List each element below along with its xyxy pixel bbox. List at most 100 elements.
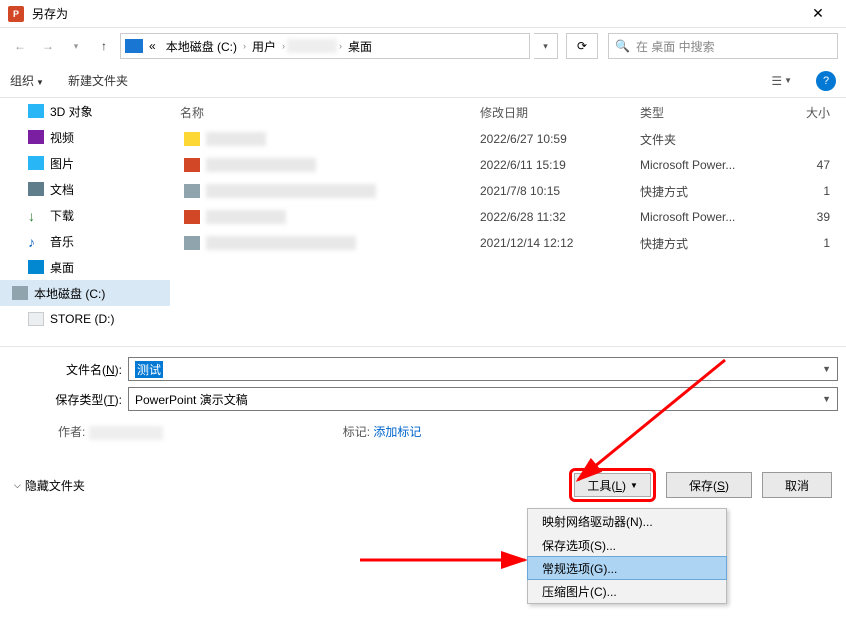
file-date: 2021/12/14 12:12 bbox=[470, 236, 630, 250]
file-row[interactable]: 2022/6/28 11:32 Microsoft Power... 39 bbox=[170, 204, 846, 230]
filetype-select[interactable]: PowerPoint 演示文稿 ▼ bbox=[128, 387, 838, 411]
folder-icon bbox=[28, 104, 44, 118]
file-size: 1 bbox=[760, 184, 846, 198]
file-icon bbox=[184, 158, 200, 172]
filetype-label: 保存类型(T): bbox=[8, 391, 128, 408]
nav-forward-icon: → bbox=[36, 34, 60, 58]
sidebar-item[interactable]: 本地磁盘 (C:) bbox=[0, 280, 170, 306]
hide-folders-button[interactable]: ⌵ 隐藏文件夹 bbox=[14, 477, 85, 494]
view-icon: ☰ bbox=[771, 74, 782, 88]
filename-redacted bbox=[206, 184, 376, 198]
sidebar-item[interactable]: ↓下载 bbox=[0, 202, 170, 228]
sidebar-item-label: 本地磁盘 (C:) bbox=[34, 285, 105, 302]
file-icon bbox=[184, 184, 200, 198]
search-placeholder: 在 桌面 中搜索 bbox=[636, 38, 715, 55]
folder-icon bbox=[28, 312, 44, 326]
file-icon bbox=[184, 210, 200, 224]
tags-label: 标记: bbox=[343, 425, 370, 439]
tags-input[interactable]: 添加标记 bbox=[373, 425, 421, 439]
column-header-type[interactable]: 类型 bbox=[630, 104, 760, 121]
address-dropdown-icon[interactable]: ▾ bbox=[534, 33, 558, 59]
file-row[interactable]: 2022/6/27 10:59 文件夹 bbox=[170, 126, 846, 152]
file-type: 文件夹 bbox=[630, 131, 760, 148]
folder-icon bbox=[28, 260, 44, 274]
column-header-size[interactable]: 大小 bbox=[760, 104, 846, 121]
breadcrumb-redacted[interactable] bbox=[287, 39, 337, 53]
tools-button[interactable]: 工具(L) ▼ bbox=[574, 473, 651, 497]
address-bar[interactable]: « 本地磁盘 (C:) › 用户 › › 桌面 bbox=[120, 33, 530, 59]
menu-item[interactable]: 压缩图片(C)... bbox=[528, 579, 726, 603]
chevron-right-icon: › bbox=[243, 41, 246, 51]
filename-redacted bbox=[206, 236, 356, 250]
filename-redacted bbox=[206, 132, 266, 146]
refresh-icon[interactable]: ⟳ bbox=[566, 33, 598, 59]
sidebar: 3D 对象视频图片文档 ↓下载♪音乐桌面本地磁盘 (C:) STORE (D:) bbox=[0, 98, 170, 346]
sidebar-item-label: 桌面 bbox=[50, 259, 74, 276]
sidebar-item-label: 3D 对象 bbox=[50, 103, 93, 120]
nav-back-icon[interactable]: ← bbox=[8, 34, 32, 58]
breadcrumb[interactable]: 本地磁盘 (C:) bbox=[162, 38, 241, 55]
search-input[interactable]: 🔍 在 桌面 中搜索 bbox=[608, 33, 838, 59]
nav-up-icon[interactable]: ↑ bbox=[92, 34, 116, 58]
tools-highlight: 工具(L) ▼ bbox=[569, 468, 656, 502]
sidebar-item-label: STORE (D:) bbox=[50, 312, 114, 326]
filename-input[interactable]: 测试 ▼ bbox=[128, 357, 838, 381]
sidebar-item[interactable]: ♪音乐 bbox=[0, 228, 170, 254]
sidebar-item[interactable]: 图片 bbox=[0, 150, 170, 176]
tools-menu: 映射网络驱动器(N)...保存选项(S)...常规选项(G)...压缩图片(C)… bbox=[527, 508, 727, 604]
nav-recent-icon[interactable]: ▾ bbox=[64, 34, 88, 58]
sidebar-item-label: 文档 bbox=[50, 181, 74, 198]
folder-icon bbox=[12, 286, 28, 300]
breadcrumb[interactable]: 用户 bbox=[248, 38, 280, 55]
menu-item[interactable]: 常规选项(G)... bbox=[527, 556, 727, 580]
sidebar-item[interactable]: 桌面 bbox=[0, 254, 170, 280]
chevron-down-icon[interactable]: ▼ bbox=[822, 394, 831, 404]
filename-redacted bbox=[206, 158, 316, 172]
sidebar-item[interactable]: 3D 对象 bbox=[0, 98, 170, 124]
column-header-name[interactable]: 名称 bbox=[170, 104, 470, 121]
view-options-button[interactable]: ☰▼ bbox=[771, 74, 792, 88]
chevron-down-icon[interactable]: ▼ bbox=[822, 364, 831, 374]
author-label: 作者: bbox=[58, 425, 85, 439]
file-date: 2022/6/28 11:32 bbox=[470, 210, 630, 224]
file-date: 2021/7/8 10:15 bbox=[470, 184, 630, 198]
folder-icon bbox=[28, 156, 44, 170]
window-title: 另存为 bbox=[32, 5, 798, 22]
organize-button[interactable]: 组织▼ bbox=[10, 72, 44, 89]
file-size: 39 bbox=[760, 210, 846, 224]
save-button[interactable]: 保存(S) bbox=[666, 472, 752, 498]
sidebar-item-label: 视频 bbox=[50, 129, 74, 146]
author-value-redacted[interactable] bbox=[89, 426, 163, 440]
chevron-down-icon: ▼ bbox=[630, 481, 638, 490]
menu-item[interactable]: 保存选项(S)... bbox=[528, 533, 726, 557]
file-row[interactable]: 2021/12/14 12:12 快捷方式 1 bbox=[170, 230, 846, 256]
file-icon bbox=[184, 236, 200, 250]
file-size: 47 bbox=[760, 158, 846, 172]
cancel-button[interactable]: 取消 bbox=[762, 472, 832, 498]
menu-item[interactable]: 映射网络驱动器(N)... bbox=[528, 509, 726, 533]
file-row[interactable]: 2021/7/8 10:15 快捷方式 1 bbox=[170, 178, 846, 204]
folder-icon: ♪ bbox=[28, 234, 44, 248]
caret-down-icon: ⌵ bbox=[14, 480, 21, 491]
file-size: 1 bbox=[760, 236, 846, 250]
filename-redacted bbox=[206, 210, 286, 224]
folder-icon: ↓ bbox=[28, 208, 44, 222]
file-list: 名称 修改日期 类型 大小 2022/6/27 10:59 文件夹 2022/6… bbox=[170, 98, 846, 346]
file-row[interactable]: 2022/6/11 15:19 Microsoft Power... 47 bbox=[170, 152, 846, 178]
help-icon[interactable]: ? bbox=[816, 71, 836, 91]
file-date: 2022/6/27 10:59 bbox=[470, 132, 630, 146]
column-header-date[interactable]: 修改日期 bbox=[470, 104, 630, 121]
chevron-right-icon: › bbox=[282, 41, 285, 51]
filename-label: 文件名(N): bbox=[8, 361, 128, 378]
chevron-right-icon: › bbox=[339, 41, 342, 51]
new-folder-button[interactable]: 新建文件夹 bbox=[68, 72, 128, 89]
sidebar-item[interactable]: 视频 bbox=[0, 124, 170, 150]
file-type: Microsoft Power... bbox=[630, 158, 760, 172]
sidebar-item[interactable]: STORE (D:) bbox=[0, 306, 170, 332]
folder-icon bbox=[28, 130, 44, 144]
close-icon[interactable]: ✕ bbox=[798, 5, 838, 22]
breadcrumb[interactable]: 桌面 bbox=[344, 38, 376, 55]
file-date: 2022/6/11 15:19 bbox=[470, 158, 630, 172]
sidebar-item[interactable]: 文档 bbox=[0, 176, 170, 202]
drive-icon bbox=[125, 39, 143, 53]
